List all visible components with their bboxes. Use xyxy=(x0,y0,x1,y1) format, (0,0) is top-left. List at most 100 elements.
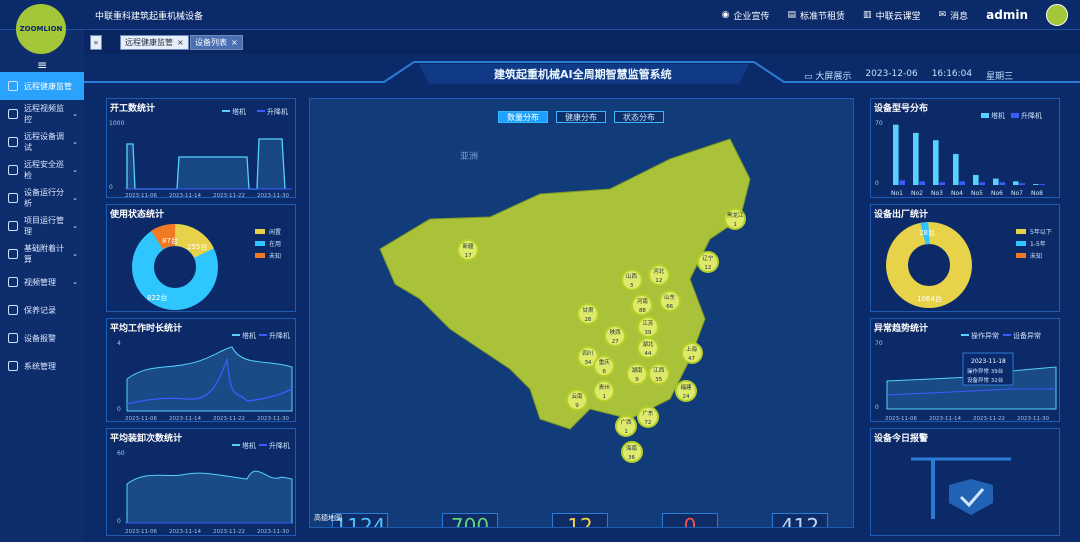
bar[interactable] xyxy=(933,140,939,185)
svg-text:塔机: 塔机 xyxy=(991,111,1005,120)
china-map[interactable]: 亚洲 新疆 17 黑龙江 1 辽宁 12 山西 3 河北 12 山东 66 河南 88 甘肃 28 陕西 27 江苏… xyxy=(309,98,854,528)
svg-text:塔机: 塔机 xyxy=(242,441,256,450)
bar[interactable] xyxy=(973,174,979,185)
chevron-down-icon[interactable]: ⌄ xyxy=(72,194,78,202)
company-promo-link[interactable]: ◉ 企业宣传 xyxy=(722,9,770,22)
sidebar-item[interactable]: 设备运行分析 ⌄ xyxy=(0,184,84,212)
bar[interactable] xyxy=(913,132,919,185)
menu-icon xyxy=(8,305,18,315)
map-marker[interactable]: 江苏 39 xyxy=(636,315,659,338)
bar[interactable] xyxy=(1039,184,1045,185)
tab-status-dist[interactable]: 状态分布 xyxy=(614,111,664,123)
sidebar-item[interactable]: 远程安全巡检 ⌄ xyxy=(0,156,84,184)
tab-health[interactable]: 远程健康监管 × xyxy=(120,35,189,50)
hours-chart: 塔机 升降机 4 0 2023-11-06 2023-11-14 2023-11… xyxy=(117,331,293,422)
bar[interactable] xyxy=(1033,184,1039,185)
map-marker[interactable]: 贵州 1 xyxy=(593,380,616,403)
chevron-down-icon[interactable]: ⌄ xyxy=(72,222,78,230)
bigscreen-button[interactable]: ▭ 大屏展示 xyxy=(804,69,851,82)
panel-title: 异常趋势统计 xyxy=(874,324,929,334)
sidebar-item[interactable]: 远程健康监管 xyxy=(0,72,84,100)
x-tick-label: No4 xyxy=(951,190,963,197)
close-icon[interactable]: × xyxy=(231,38,238,47)
map-marker[interactable]: 黑龙江 1 xyxy=(724,208,747,231)
menu-icon xyxy=(8,221,18,231)
stat-card: 412离线 xyxy=(772,513,828,527)
svg-text:87台: 87台 xyxy=(162,236,178,245)
svg-text:1-5年: 1-5年 xyxy=(1030,240,1046,248)
admin-name[interactable]: admin xyxy=(986,8,1028,22)
svg-text:2023-11-06: 2023-11-06 xyxy=(125,416,157,422)
bar[interactable] xyxy=(993,178,999,185)
svg-text:2023-11-14: 2023-11-14 xyxy=(169,529,201,535)
chevron-down-icon[interactable]: ⌄ xyxy=(72,110,78,118)
svg-text:70: 70 xyxy=(875,340,883,347)
map-marker[interactable]: 河南 88 xyxy=(631,294,654,317)
map-marker[interactable]: 广西 1 xyxy=(615,414,638,437)
map-marker[interactable]: 山西 3 xyxy=(620,268,643,291)
chevron-down-icon[interactable]: ⌄ xyxy=(72,250,78,258)
rental-link[interactable]: ▤ 标准节租赁 xyxy=(788,9,846,22)
svg-text:未知: 未知 xyxy=(1030,252,1042,260)
chevron-down-icon[interactable]: ⌄ xyxy=(72,278,78,286)
sidebar-item[interactable]: 系统管理 xyxy=(0,352,84,380)
sidebar-item[interactable]: 远程设备调试 ⌄ xyxy=(0,128,84,156)
bar[interactable] xyxy=(919,181,925,185)
map-marker[interactable]: 福建 24 xyxy=(675,380,698,403)
bar[interactable] xyxy=(953,153,959,185)
message-link[interactable]: ✉ 消息 xyxy=(939,9,969,22)
menu-icon xyxy=(8,193,18,203)
panel-work: 开工数统计 塔机 升降机 1000 0 2023-11-06 2023-11-1… xyxy=(106,98,296,199)
map-marker[interactable]: 辽宁 12 xyxy=(696,251,719,274)
bar[interactable] xyxy=(1019,183,1025,185)
svg-text:255台: 255台 xyxy=(187,242,207,251)
map-marker[interactable]: 湖北 44 xyxy=(636,337,659,360)
chevron-down-icon[interactable]: ⌄ xyxy=(72,166,78,174)
map-marker[interactable]: 甘肃 28 xyxy=(576,303,599,325)
svg-text:2023-11-22: 2023-11-22 xyxy=(973,416,1005,422)
sidebar-item[interactable]: 保养记录 xyxy=(0,296,84,324)
map-marker[interactable]: 海南 36 xyxy=(620,440,643,463)
map-marker[interactable]: 陕西 27 xyxy=(604,324,627,347)
close-icon[interactable]: × xyxy=(177,38,184,47)
map-marker[interactable]: 江西 35 xyxy=(647,363,670,386)
course-link[interactable]: ▥ 中联云课堂 xyxy=(863,9,921,22)
tab-device-list[interactable]: 设备列表 × xyxy=(190,35,243,50)
avatar[interactable] xyxy=(1046,4,1068,26)
bar[interactable] xyxy=(1013,181,1019,185)
bar[interactable] xyxy=(939,182,945,185)
map-marker[interactable]: 山东 66 xyxy=(658,290,681,313)
svg-text:822台: 822台 xyxy=(147,293,167,302)
sidebar-item[interactable]: 远程视频监控 ⌄ xyxy=(0,100,84,128)
sidebar-item[interactable]: 基础附着计算 ⌄ xyxy=(0,240,84,268)
sidebar-item[interactable]: 视频管理 ⌄ xyxy=(0,268,84,296)
map-marker[interactable]: 云南 9 xyxy=(566,389,589,411)
sidebar-item[interactable]: 项目运行管理 ⌄ xyxy=(0,212,84,240)
sidebar-item[interactable]: 设备报警 xyxy=(0,324,84,352)
tab-health-dist[interactable]: 健康分布 xyxy=(556,111,606,123)
svg-text:升降机: 升降机 xyxy=(269,331,290,340)
map-marker[interactable]: 湖南 9 xyxy=(626,363,648,386)
map-marker[interactable]: 广东 72 xyxy=(636,406,659,429)
menu-icon xyxy=(8,81,18,91)
map-marker[interactable]: 上海 47 xyxy=(680,341,703,364)
bar[interactable] xyxy=(999,182,1005,185)
map-marker[interactable]: 河北 12 xyxy=(647,264,670,287)
svg-text:2023-11-22: 2023-11-22 xyxy=(213,416,245,422)
abnormal-chart: 操作异常 设备异常 70 0 2023-11-18 操作异常 39台 设备异常 … xyxy=(875,331,1057,422)
company-name[interactable]: 中联重科建筑起重机械设备 xyxy=(95,9,203,22)
bar[interactable] xyxy=(959,181,965,185)
map-marker[interactable]: 新疆 17 xyxy=(457,238,480,261)
map-marker[interactable]: 重庆 6 xyxy=(593,354,616,377)
tab-quantity[interactable]: 数量分布 xyxy=(498,111,548,123)
bar[interactable] xyxy=(979,182,985,185)
bar[interactable] xyxy=(893,124,899,185)
svg-text:2023-11-22: 2023-11-22 xyxy=(213,193,245,199)
panel-title: 设备型号分布 xyxy=(874,104,929,114)
chevron-down-icon[interactable]: ⌄ xyxy=(72,138,78,146)
panel-factory: 设备出厂统计 28台 1064台 5年以下 1-5年 未知 xyxy=(870,204,1060,312)
bar[interactable] xyxy=(899,180,905,185)
collapse-icon[interactable]: « xyxy=(90,35,102,50)
dashboard: 建筑起重机械AI全周期智慧监管系统 ▭ 大屏展示 2023-12-06 16:1… xyxy=(84,54,1080,542)
svg-text:0: 0 xyxy=(117,518,121,525)
